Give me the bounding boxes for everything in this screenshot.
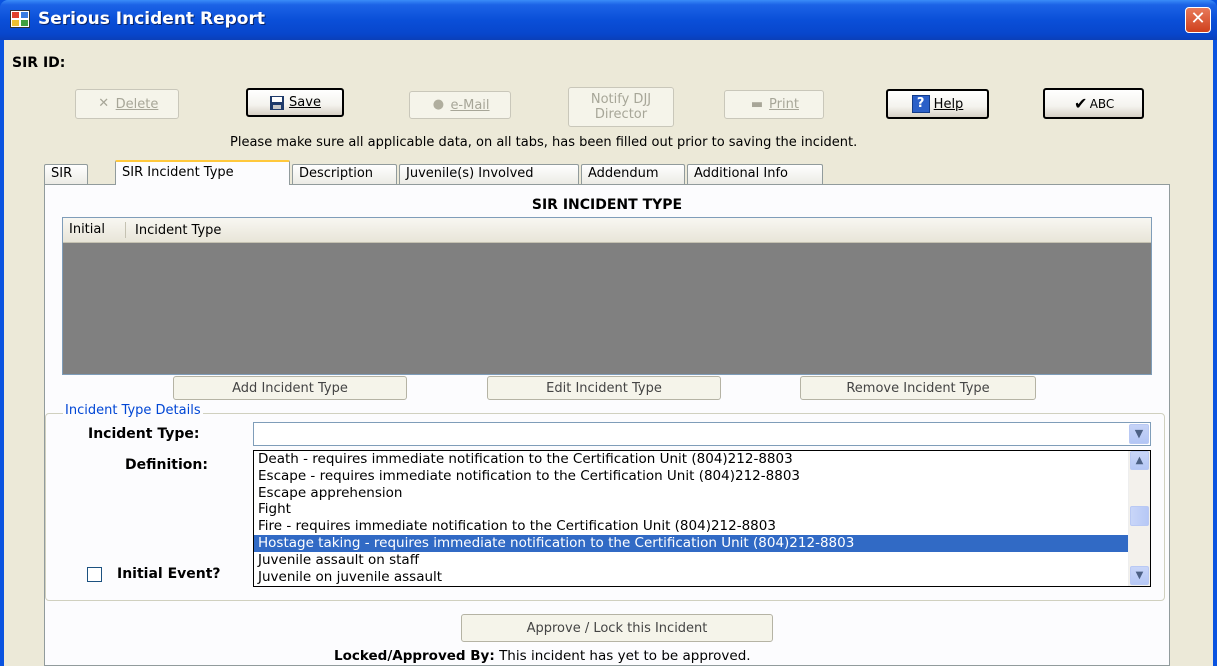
option-fight[interactable]: Fight <box>254 501 1150 518</box>
close-button[interactable]: ✕ <box>1185 7 1211 33</box>
scroll-down-icon[interactable]: ▼ <box>1130 566 1149 585</box>
options-scrollbar[interactable]: ▲ ▼ <box>1128 451 1150 586</box>
locked-approved-value: This incident has yet to be approved. <box>499 648 751 664</box>
help-label: Help <box>933 96 964 112</box>
tab-juveniles-involved[interactable]: Juvenile(s) Involved <box>399 164 579 184</box>
notify-djj-director-button[interactable]: Notify DJJ Director <box>568 87 674 127</box>
incident-type-dropdown[interactable]: ▼ <box>253 422 1151 446</box>
panel-title: SIR INCIDENT TYPE <box>531 197 683 213</box>
tab-sir[interactable]: SIR <box>44 164 88 184</box>
chevron-down-icon[interactable]: ▼ <box>1129 424 1149 444</box>
option-hostage-taking[interactable]: Hostage taking - requires immediate noti… <box>254 534 1128 552</box>
save-label: Save <box>289 95 321 110</box>
option-death[interactable]: Death - requires immediate notification … <box>254 451 1150 468</box>
email-button[interactable]: ● e-Mail <box>409 91 511 119</box>
spell-check-button[interactable]: ✔ ABC <box>1043 88 1144 119</box>
save-button[interactable]: Save <box>246 88 344 117</box>
printer-icon: ▬ <box>750 96 764 112</box>
option-escape-apprehension[interactable]: Escape apprehension <box>254 485 1150 502</box>
spell-label: ABC <box>1089 96 1115 111</box>
scroll-up-icon[interactable]: ▲ <box>1130 451 1149 470</box>
add-incident-type-button[interactable]: Add Incident Type <box>173 376 407 400</box>
window: Serious Incident Report ✕ SIR ID: ✕ Dele… <box>0 0 1217 666</box>
option-escape[interactable]: Escape - requires immediate notification… <box>254 468 1150 485</box>
approve-lock-button[interactable]: Approve / Lock this Incident <box>461 614 773 642</box>
scroll-thumb[interactable] <box>1130 506 1149 526</box>
incident-type-label: Incident Type: <box>88 426 200 442</box>
client-area: SIR ID: ✕ Delete Save ● e-Mail Notify DJ… <box>4 40 1213 666</box>
initial-event-label: Initial Event? <box>117 566 221 582</box>
tab-sir-incident-type[interactable]: SIR Incident Type <box>115 160 290 185</box>
email-label: e-Mail <box>450 97 490 113</box>
delete-icon: ✕ <box>98 96 110 111</box>
column-initial[interactable]: Initial <box>69 222 105 237</box>
tab-addendum[interactable]: Addendum <box>581 164 685 184</box>
tab-additional-info[interactable]: Additional Info <box>687 164 823 184</box>
app-icon <box>10 10 30 28</box>
incident-type-details-legend: Incident Type Details <box>63 403 203 418</box>
help-button[interactable]: ? Help <box>886 89 989 119</box>
notify-label-line2: Director <box>594 107 648 122</box>
help-icon: ? <box>911 95 930 113</box>
edit-incident-type-button[interactable]: Edit Incident Type <box>487 376 721 400</box>
delete-button[interactable]: ✕ Delete <box>75 89 179 119</box>
tab-panel: SIR INCIDENT TYPE Initial Incident Type … <box>44 184 1170 666</box>
print-button[interactable]: ▬ Print <box>724 90 824 119</box>
option-juvenile-assault-on-staff[interactable]: Juvenile assault on staff <box>254 552 1150 569</box>
notify-label-line1: Notify DJJ <box>590 92 652 107</box>
print-label: Print <box>769 97 799 112</box>
option-juvenile-on-juvenile-assault[interactable]: Juvenile on juvenile assault <box>254 569 1150 586</box>
sir-id-label: SIR ID: <box>12 55 66 71</box>
save-icon <box>270 95 285 110</box>
delete-label: Delete <box>115 96 159 112</box>
tab-description[interactable]: Description <box>292 164 397 184</box>
option-fire[interactable]: Fire - requires immediate notification t… <box>254 518 1150 535</box>
email-icon: ● <box>432 97 445 112</box>
definition-label: Definition: <box>125 457 208 473</box>
save-notice: Please make sure all applicable data, on… <box>230 135 858 150</box>
incident-type-options-list[interactable]: Death - requires immediate notification … <box>253 450 1151 587</box>
checkmark-icon: ✔ <box>1073 93 1088 113</box>
window-title: Serious Incident Report <box>38 9 265 29</box>
column-separator <box>125 222 126 238</box>
initial-event-checkbox[interactable] <box>87 567 102 582</box>
title-bar[interactable]: Serious Incident Report ✕ <box>0 0 1217 40</box>
locked-approved-status: Locked/Approved By: This incident has ye… <box>334 648 751 664</box>
remove-incident-type-button[interactable]: Remove Incident Type <box>800 376 1036 400</box>
incident-type-grid[interactable]: Initial Incident Type <box>62 217 1152 375</box>
locked-approved-label: Locked/Approved By: <box>334 648 495 664</box>
grid-header: Initial Incident Type <box>63 218 1151 243</box>
column-incident-type[interactable]: Incident Type <box>135 223 221 238</box>
